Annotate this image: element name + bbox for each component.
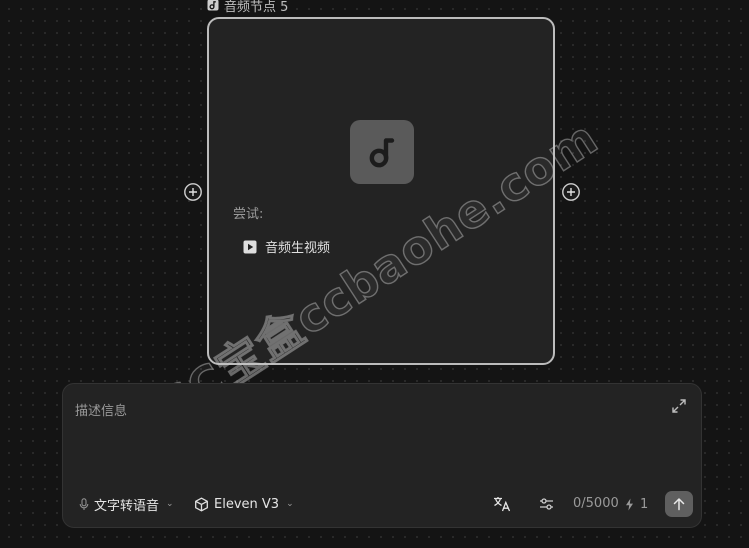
node-header: 音频节点 5 <box>207 0 289 15</box>
model-selector[interactable]: Eleven V3 ⌄ <box>194 491 294 517</box>
mode-label: 文字转语音 <box>94 498 160 514</box>
suggestion-audio-to-video[interactable]: 音频生视频 <box>243 237 330 256</box>
prompt-toolbar: 文字转语音 ⌄ Eleven V3 ⌄ 0/5000 1 <box>63 491 701 517</box>
credit-value: 1 <box>640 496 649 512</box>
suggestion-label: 音频生视频 <box>265 241 331 256</box>
try-label: 尝试: <box>233 207 264 222</box>
add-node-left-button[interactable] <box>184 183 202 201</box>
translate-button[interactable] <box>492 491 512 517</box>
plus-circle-icon <box>562 183 580 201</box>
plus-circle-icon <box>184 183 202 201</box>
microphone-icon <box>79 497 89 510</box>
sliders-icon <box>539 498 553 510</box>
node-title: 音频节点 5 <box>224 0 289 15</box>
arrow-up-icon <box>673 498 685 511</box>
music-note-icon <box>207 0 219 11</box>
settings-button[interactable] <box>537 491 555 517</box>
lightning-icon <box>626 498 633 510</box>
model-label: Eleven V3 <box>214 496 280 512</box>
audio-node-card[interactable]: 尝试: 音频生视频 <box>207 17 555 365</box>
credit-cost: 1 <box>625 491 648 517</box>
chevron-down-icon: ⌄ <box>166 499 174 509</box>
mode-selector[interactable]: 文字转语音 ⌄ <box>79 491 174 517</box>
play-icon <box>243 240 257 254</box>
expand-icon <box>672 399 686 413</box>
cube-icon <box>195 497 208 511</box>
chevron-down-icon: ⌄ <box>286 499 294 509</box>
expand-button[interactable] <box>671 398 687 414</box>
send-button[interactable] <box>665 491 693 517</box>
add-node-right-button[interactable] <box>562 183 580 201</box>
music-note-icon <box>350 120 414 184</box>
character-count: 0/5000 <box>573 496 619 511</box>
description-input[interactable] <box>75 400 645 480</box>
prompt-panel: 文字转语音 ⌄ Eleven V3 ⌄ 0/5000 <box>62 383 702 528</box>
translate-icon <box>494 497 511 512</box>
